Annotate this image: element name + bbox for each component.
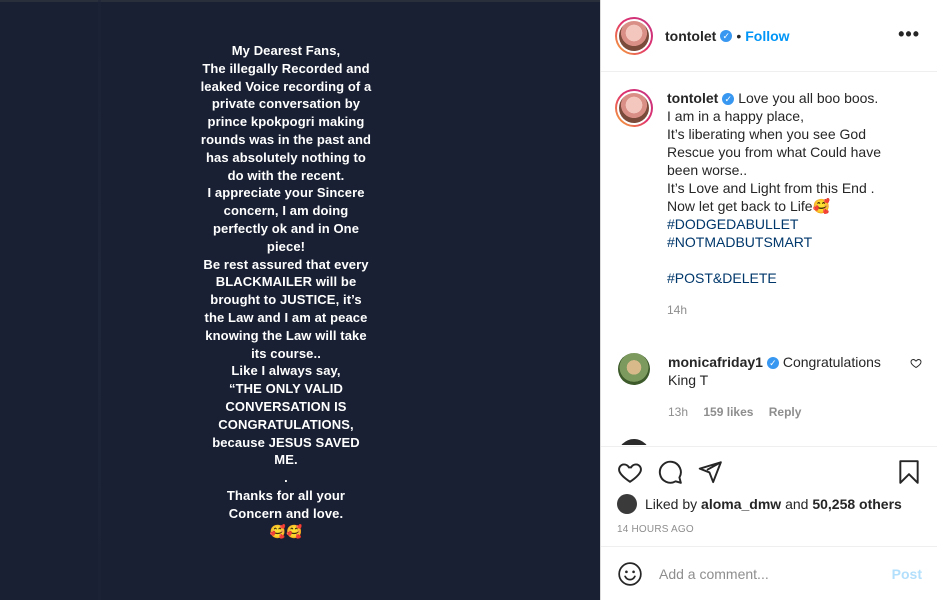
- more-icon[interactable]: •••: [898, 24, 920, 45]
- likes-others-link[interactable]: 50,258 others: [812, 496, 902, 512]
- reply-button[interactable]: Reply: [769, 405, 802, 419]
- media-background-detail: [98, 0, 101, 600]
- caption-line: It’s Love and Light from this End .: [667, 180, 875, 196]
- caption-body: tontolet ✓ Love you all boo boos. I am in…: [667, 89, 897, 319]
- instagram-post-view: My Dearest Fans, The illegally Recorded …: [0, 0, 937, 600]
- liker-username[interactable]: aloma_dmw: [701, 496, 781, 512]
- commenter-avatar[interactable]: [618, 439, 650, 445]
- likes-middle: and: [785, 496, 809, 512]
- comment-item: monicafriday1 ✓ Congratulations King T 13…: [615, 353, 922, 421]
- bookmark-icon[interactable]: [896, 459, 922, 485]
- media-top-strip: [0, 0, 600, 2]
- caption-line: I am in a happy place,: [667, 108, 804, 124]
- caption-line: Now let get back to Life🥰: [667, 198, 830, 214]
- comment-icon[interactable]: [657, 459, 683, 485]
- comments-section[interactable]: tontolet ✓ Love you all boo boos. I am in…: [601, 73, 937, 445]
- caption-meta: 14h: [667, 301, 897, 319]
- caption-avatar[interactable]: [615, 89, 653, 127]
- verified-icon: ✓: [722, 93, 735, 106]
- action-icons: [617, 457, 922, 487]
- post-media[interactable]: My Dearest Fans, The illegally Recorded …: [0, 0, 600, 600]
- verified-icon: ✓: [766, 357, 779, 370]
- heart-icon[interactable]: [617, 459, 643, 485]
- comment-time[interactable]: 13h: [668, 405, 688, 419]
- caption-line: It’s liberating when you see God Rescue …: [667, 126, 881, 178]
- author-avatar[interactable]: [615, 16, 653, 55]
- caption-username[interactable]: tontolet: [667, 90, 718, 106]
- avatar-image: [619, 20, 649, 51]
- post-sidebar: tontolet ✓ • Follow ••• tontolet ✓ Love y…: [600, 0, 937, 600]
- story-text: My Dearest Fans, The illegally Recorded …: [200, 43, 372, 539]
- likes-summary: Liked by aloma_dmw and 50,258 others: [617, 494, 922, 514]
- comment-body: monicafriday1 ✓ Congratulations King T 13…: [668, 353, 898, 421]
- verified-icon: ✓: [720, 29, 733, 42]
- share-icon[interactable]: [697, 459, 723, 485]
- post-button[interactable]: Post: [892, 566, 922, 582]
- comment-item-partial: … ✓ ❤️❤️❤️: [615, 439, 922, 445]
- comment-composer: Post: [601, 546, 937, 600]
- comment-like-heart-icon[interactable]: [910, 357, 922, 369]
- post-actions: Liked by aloma_dmw and 50,258 others 14 …: [601, 446, 937, 546]
- commenter-username[interactable]: monicafriday1: [668, 354, 763, 370]
- liker-avatar[interactable]: [617, 494, 637, 514]
- caption-time[interactable]: 14h: [667, 303, 687, 317]
- separator-dot: •: [736, 27, 742, 44]
- emoji-icon[interactable]: [617, 561, 643, 587]
- hashtag-link[interactable]: #NOTMADBUTSMART: [667, 233, 897, 251]
- post-timestamp[interactable]: 14 HOURS AGO: [617, 524, 922, 535]
- commenter-avatar[interactable]: [618, 353, 650, 385]
- follow-button[interactable]: Follow: [745, 28, 789, 44]
- author-username[interactable]: tontolet: [665, 28, 716, 44]
- comment-input[interactable]: [659, 565, 892, 582]
- hashtag-link[interactable]: #DODGEDABULLET: [667, 215, 897, 233]
- hashtag-link[interactable]: #POST&DELETE: [667, 269, 897, 287]
- caption: tontolet ✓ Love you all boo boos. I am in…: [615, 89, 922, 319]
- comment-likes[interactable]: 159 likes: [703, 405, 753, 419]
- likes-prefix: Liked by: [645, 496, 698, 512]
- post-header: tontolet ✓ • Follow •••: [601, 0, 937, 72]
- comment-meta: 13h 159 likes Reply: [668, 403, 898, 421]
- caption-line: Love you all boo boos.: [738, 90, 879, 106]
